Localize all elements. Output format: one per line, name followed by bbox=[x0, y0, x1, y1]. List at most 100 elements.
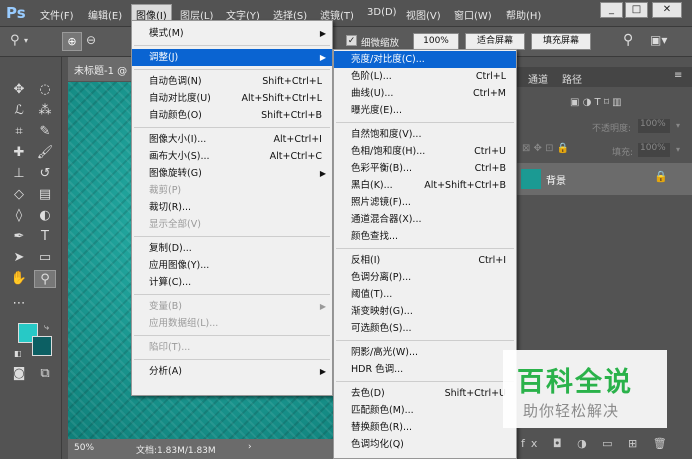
gradient-tool-icon[interactable]: ▤ bbox=[34, 186, 56, 204]
opacity-label: 不透明度: bbox=[592, 124, 632, 134]
image_menu-item[interactable]: 调整(J) ▶ bbox=[132, 49, 332, 66]
pen-tool-icon[interactable]: ✒ bbox=[8, 228, 30, 246]
menu-window[interactable]: 窗口(W) bbox=[454, 7, 492, 22]
chevron-down-icon[interactable]: ▾ bbox=[676, 145, 680, 154]
image_menu-item[interactable]: 图像旋转(G) ▶ bbox=[132, 165, 332, 182]
adjust_menu-item[interactable]: 渐变映射(G)... bbox=[334, 303, 516, 320]
adjust_menu-item[interactable]: 去色(D) Shift+Ctrl+U bbox=[334, 385, 516, 402]
adjust_menu-item[interactable]: 色彩平衡(B)... Ctrl+B bbox=[334, 160, 516, 177]
zoom-tool-icon[interactable]: ⚲ bbox=[34, 270, 56, 288]
fill-field[interactable]: 100% bbox=[638, 143, 670, 157]
search-icon[interactable]: ⚲ bbox=[623, 32, 633, 48]
path-select-icon[interactable]: ➤ bbox=[8, 249, 30, 267]
more-tools-icon[interactable]: ⋯ bbox=[8, 295, 30, 313]
maximize-button[interactable]: □ bbox=[625, 2, 648, 18]
blur-tool-icon[interactable]: ◊ bbox=[8, 207, 30, 225]
magic-wand-icon[interactable]: ⁂ bbox=[34, 102, 56, 120]
minimize-button[interactable]: _ bbox=[600, 2, 623, 18]
adjust_menu-item[interactable]: 颜色查找... bbox=[334, 228, 516, 245]
zoom-tool-icon[interactable]: ⚲ bbox=[10, 33, 20, 48]
eyedropper-icon[interactable]: ✎ bbox=[34, 123, 56, 141]
adjust_menu-item[interactable]: 匹配颜色(M)... bbox=[334, 402, 516, 419]
status-arrow-icon[interactable]: › bbox=[248, 442, 252, 452]
adjust_menu-item[interactable]: 替换颜色(R)... bbox=[334, 419, 516, 436]
layer-name[interactable]: 背景 bbox=[546, 172, 566, 187]
default-colors-icon[interactable]: ◧ bbox=[14, 349, 22, 358]
adjust_menu-item[interactable]: 色调均化(Q) bbox=[334, 436, 516, 453]
hand-tool-icon[interactable]: ✋ bbox=[8, 270, 30, 288]
adjust_menu-item[interactable]: 可选颜色(S)... bbox=[334, 320, 516, 337]
image_menu-item[interactable]: 分析(A) ▶ bbox=[132, 363, 332, 380]
menu-help[interactable]: 帮助(H) bbox=[506, 7, 541, 22]
background-color-swatch[interactable] bbox=[32, 336, 52, 356]
tab-channels[interactable]: 通道 bbox=[528, 71, 548, 86]
fit-screen-button[interactable]: 适合屏幕 bbox=[465, 33, 525, 50]
image_menu-item[interactable]: 裁切(R)... bbox=[132, 199, 332, 216]
history-brush-icon[interactable]: ↺ bbox=[34, 165, 56, 183]
status-zoom[interactable]: 50% bbox=[74, 443, 94, 453]
layer-row[interactable]: 背景 🔒 bbox=[516, 163, 692, 195]
menu-3d[interactable]: 3D(D) bbox=[367, 7, 397, 18]
panel-menu-icon[interactable]: ≡ bbox=[674, 70, 682, 81]
adjust_menu-item[interactable]: HDR 色调... bbox=[334, 361, 516, 378]
image_menu-item[interactable]: 自动对比度(U) Alt+Shift+Ctrl+L bbox=[132, 90, 332, 107]
adjust_menu-item[interactable]: 色阶(L)... Ctrl+L bbox=[334, 68, 516, 85]
menu-view[interactable]: 视图(V) bbox=[406, 7, 441, 22]
adjust_menu-item[interactable]: 色相/饱和度(H)... Ctrl+U bbox=[334, 143, 516, 160]
chevron-down-icon[interactable]: ▾ bbox=[24, 36, 28, 45]
brush-tool-icon[interactable]: 🖌 bbox=[34, 144, 56, 162]
type-tool-icon[interactable]: T bbox=[34, 228, 56, 246]
opacity-field[interactable]: 100% bbox=[638, 119, 670, 133]
swap-colors-icon[interactable]: ⤷ bbox=[44, 323, 49, 333]
adjust_menu-item[interactable]: 亮度/对比度(C)... bbox=[334, 51, 516, 68]
image_menu-item[interactable]: 复制(D)... bbox=[132, 240, 332, 257]
zoom-100-button[interactable]: 100% bbox=[413, 33, 459, 50]
layer-filter-icons[interactable]: ▣ ◑ T ⌑ ▥ bbox=[570, 97, 622, 108]
adjust_menu-item[interactable]: 照片滤镜(F)... bbox=[334, 194, 516, 211]
adjust_menu-item[interactable]: 阈值(T)... bbox=[334, 286, 516, 303]
layer-actions-icons[interactable]: fx ◘ ◑ ▭ ⊞ 🗑 bbox=[521, 437, 673, 450]
image_menu-item[interactable]: 模式(M) ▶ bbox=[132, 25, 332, 42]
dodge-tool-icon[interactable]: ◐ bbox=[34, 207, 56, 225]
adjust_menu-item[interactable]: 黑白(K)... Alt+Shift+Ctrl+B bbox=[334, 177, 516, 194]
menu-separator bbox=[134, 69, 330, 70]
adjust_menu-item[interactable]: 通道混合器(X)... bbox=[334, 211, 516, 228]
close-button[interactable]: ✕ bbox=[652, 2, 682, 18]
fill-screen-button[interactable]: 填充屏幕 bbox=[531, 33, 591, 50]
scrubby-zoom-label: 细微缩放 bbox=[361, 38, 400, 49]
lock-icons[interactable]: ⊠ ✥ ⊡ 🔒 bbox=[522, 143, 569, 154]
image_menu-item[interactable]: 应用图像(Y)... bbox=[132, 257, 332, 274]
menu-edit[interactable]: 编辑(E) bbox=[88, 7, 122, 22]
workspace-icon[interactable]: ▣▾ bbox=[650, 33, 667, 47]
image_menu-item[interactable]: 自动颜色(O) Shift+Ctrl+B bbox=[132, 107, 332, 124]
tab-paths[interactable]: 路径 bbox=[562, 71, 582, 86]
image_menu-item[interactable]: 图像大小(I)... Alt+Ctrl+I bbox=[132, 131, 332, 148]
shape-tool-icon[interactable]: ▭ bbox=[34, 249, 56, 267]
adjust_menu-item[interactable]: 曝光度(E)... bbox=[334, 102, 516, 119]
adjust_menu-item-label: 阈值(T)... bbox=[351, 289, 393, 300]
marquee-tool-icon[interactable]: ◌ bbox=[34, 81, 56, 99]
screen-mode-icon[interactable]: ⧉ bbox=[34, 365, 56, 383]
eraser-tool-icon[interactable]: ◇ bbox=[8, 186, 30, 204]
image-menu: 模式(M) ▶ 调整(J) ▶ 自动色调(N) Shift+Ctrl+L 自动对比度(U) A… bbox=[131, 20, 333, 396]
crop-tool-icon[interactable]: ⌗ bbox=[8, 123, 30, 141]
image_menu-item[interactable]: 画布大小(S)... Alt+Ctrl+C bbox=[132, 148, 332, 165]
lasso-tool-icon[interactable]: ℒ bbox=[8, 102, 30, 120]
adjust_menu-item-label: 色调分离(P)... bbox=[351, 272, 412, 283]
quick-mask-icon[interactable]: ◙ bbox=[8, 365, 30, 383]
stamp-tool-icon[interactable]: ⊥ bbox=[8, 165, 30, 183]
adjust_menu-item[interactable]: 反相(I) Ctrl+I bbox=[334, 252, 516, 269]
adjust_menu-item[interactable]: 阴影/高光(W)... bbox=[334, 344, 516, 361]
move-tool-icon[interactable]: ✥ bbox=[8, 81, 30, 99]
image_menu-item[interactable]: 自动色调(N) Shift+Ctrl+L bbox=[132, 73, 332, 90]
adjust_menu-item[interactable]: 色调分离(P)... bbox=[334, 269, 516, 286]
adjust_menu-item[interactable]: 自然饱和度(V)... bbox=[334, 126, 516, 143]
image_menu-item[interactable]: 计算(C)... bbox=[132, 274, 332, 291]
zoom-out-icon[interactable]: ⊖ bbox=[86, 33, 96, 47]
zoom-in-icon[interactable]: ⊕ bbox=[62, 32, 82, 51]
chevron-down-icon[interactable]: ▾ bbox=[676, 121, 680, 130]
adjust_menu-item[interactable]: 曲线(U)... Ctrl+M bbox=[334, 85, 516, 102]
menu-file[interactable]: 文件(F) bbox=[40, 7, 74, 22]
scrubby-zoom-checkbox[interactable]: ✓ bbox=[346, 35, 357, 46]
healing-brush-icon[interactable]: ✚ bbox=[8, 144, 30, 162]
